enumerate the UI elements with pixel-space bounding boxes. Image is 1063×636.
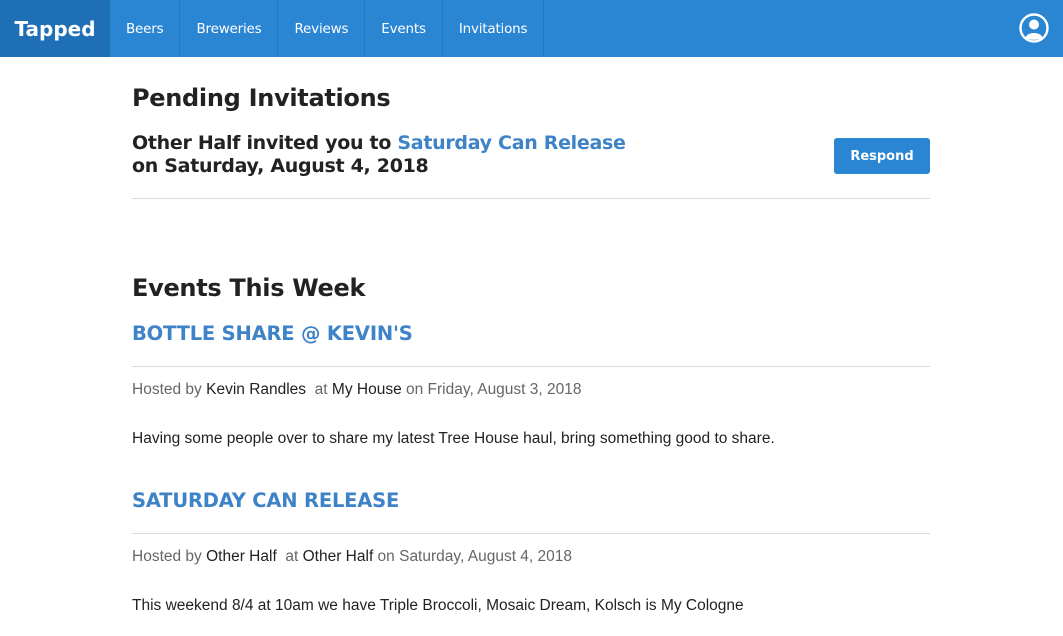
invitation-event-link[interactable]: Saturday Can Release	[397, 132, 625, 154]
invitation-date: on Saturday, August 4, 2018	[132, 155, 429, 177]
hosted-by-label: Hosted by	[132, 548, 207, 565]
event-date: on Saturday, August 4, 2018	[373, 548, 573, 565]
event-meta: Hosted by Other Half at Other Half on Sa…	[132, 548, 572, 566]
event-host-link[interactable]: Kevin Randles	[206, 381, 306, 398]
nav-item-beers[interactable]: Beers	[110, 0, 181, 57]
hosted-by-label: Hosted by	[132, 381, 207, 398]
divider	[132, 533, 930, 534]
event-description: Having some people over to share my late…	[132, 430, 775, 447]
divider	[132, 366, 930, 367]
invitation-text: Other Half invited you to Saturday Can R…	[132, 132, 626, 154]
nav-item-events[interactable]: Events	[365, 0, 443, 57]
respond-button[interactable]: Respond	[834, 138, 930, 174]
event-title-link[interactable]: SATURDAY CAN RELEASE	[132, 489, 399, 512]
event-location-link[interactable]: Other Half	[303, 548, 374, 565]
user-avatar-icon[interactable]	[1019, 13, 1049, 43]
event-title-link[interactable]: BOTTLE SHARE @ KEVIN'S	[132, 322, 413, 345]
at-label: at	[306, 381, 332, 398]
nav-item-reviews[interactable]: Reviews	[278, 0, 366, 57]
nav-item-breweries[interactable]: Breweries	[180, 0, 279, 57]
event-meta: Hosted by Kevin Randles at My House on F…	[132, 381, 582, 399]
brand-logo-link[interactable]: Tapped	[0, 0, 110, 57]
events-this-week-heading: Events This Week	[132, 274, 366, 302]
event-description: This weekend 8/4 at 10am we have Triple …	[132, 597, 744, 614]
nav-item-invitations[interactable]: Invitations	[443, 0, 545, 57]
top-navbar: Tapped Beers Breweries Reviews Events In…	[0, 0, 1063, 57]
at-label: at	[276, 548, 303, 565]
event-host-link[interactable]: Other Half	[206, 548, 277, 565]
event-location-link[interactable]: My House	[332, 381, 402, 398]
invitation-phrase: invited you to	[240, 132, 398, 154]
divider	[132, 198, 930, 199]
event-date: on Friday, August 3, 2018	[401, 381, 582, 398]
invitation-inviter: Other Half	[132, 132, 241, 154]
pending-invitations-heading: Pending Invitations	[132, 84, 391, 112]
